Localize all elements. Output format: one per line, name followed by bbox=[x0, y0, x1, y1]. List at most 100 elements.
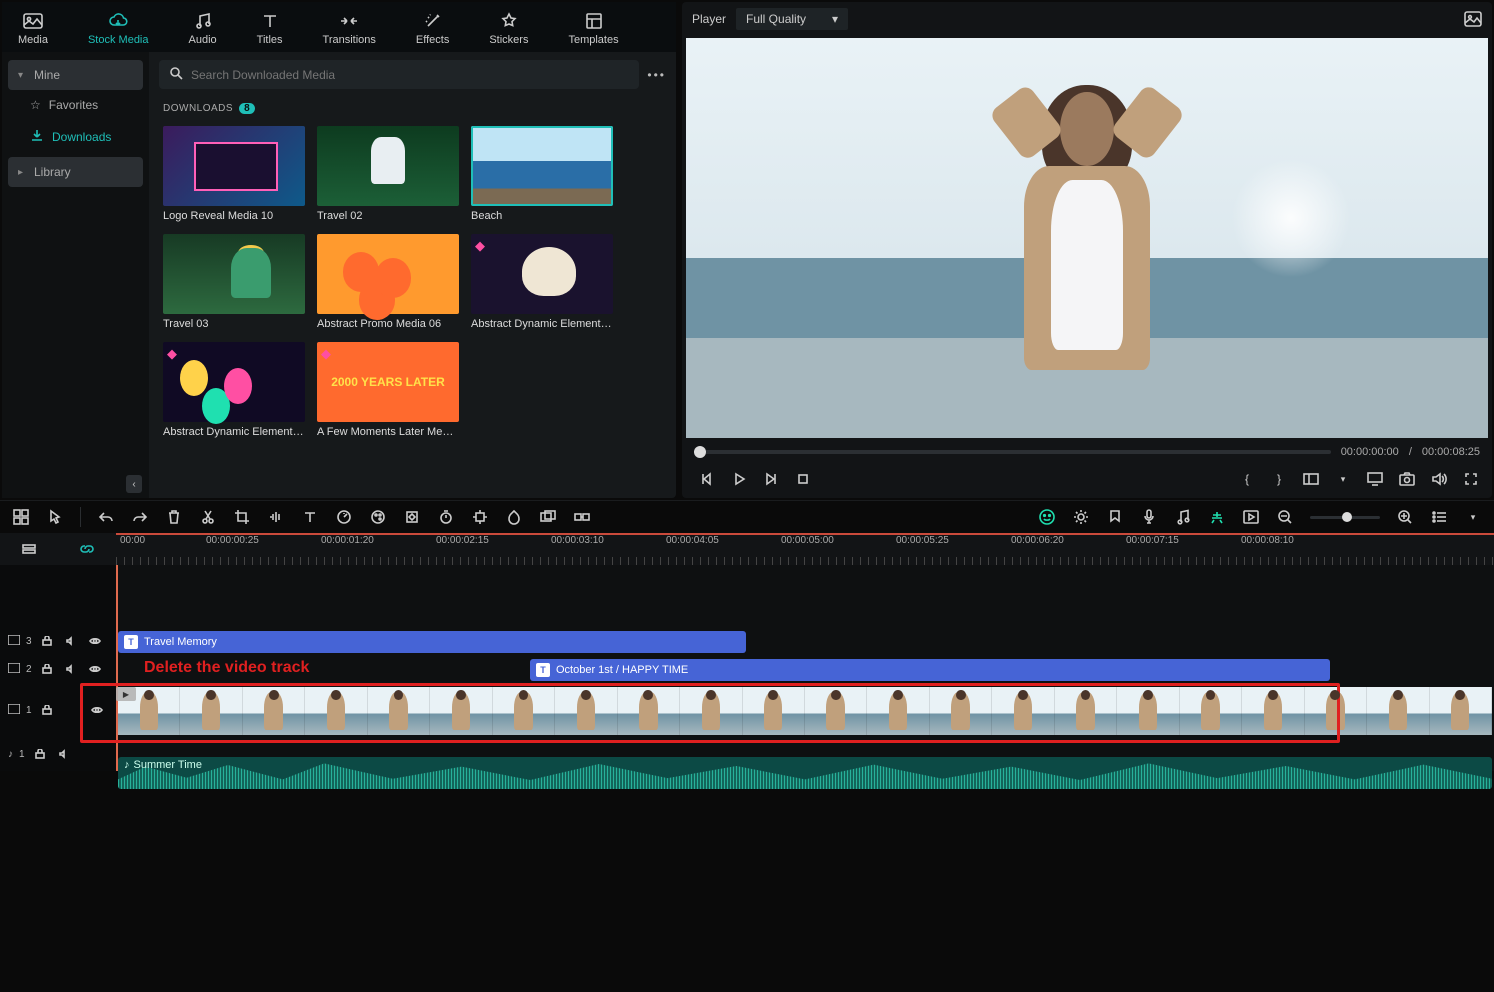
mark-out-button[interactable]: } bbox=[1270, 470, 1288, 488]
sidebar-item-favorites[interactable]: ☆Favorites bbox=[8, 90, 143, 120]
color-button[interactable] bbox=[369, 508, 387, 526]
view-dropdown[interactable]: ▾ bbox=[1464, 508, 1482, 526]
title-clip-1[interactable]: TTravel Memory bbox=[118, 631, 746, 653]
text-button[interactable] bbox=[301, 508, 319, 526]
display-button[interactable] bbox=[1366, 470, 1384, 488]
tab-audio[interactable]: Audio bbox=[183, 10, 223, 52]
keyframe-button[interactable] bbox=[403, 508, 421, 526]
track-mute-button[interactable] bbox=[55, 745, 73, 763]
track-visible-button[interactable] bbox=[86, 632, 104, 650]
media-card[interactable]: Travel 03 bbox=[163, 234, 305, 330]
snapshot-gallery-icon[interactable] bbox=[1464, 10, 1482, 28]
render-button[interactable] bbox=[1242, 508, 1260, 526]
track-visible-button[interactable] bbox=[86, 660, 104, 678]
audio-clip[interactable]: ♪Summer Time bbox=[118, 757, 1492, 789]
media-card[interactable]: ◆Abstract Dynamic Element 04 bbox=[471, 234, 613, 330]
timeline-ruler[interactable]: 00:00 00:00:00:25 00:00:01:20 00:00:02:1… bbox=[116, 533, 1494, 565]
aspect-ratio-button[interactable] bbox=[1302, 470, 1320, 488]
track-head-1[interactable]: 1 bbox=[0, 683, 116, 737]
position-button[interactable] bbox=[471, 508, 489, 526]
voiceover-button[interactable] bbox=[1140, 508, 1158, 526]
enhance-button[interactable] bbox=[1072, 508, 1090, 526]
player-seek-slider[interactable] bbox=[694, 450, 1331, 454]
tab-stickers[interactable]: Stickers bbox=[483, 10, 534, 52]
mark-in-button[interactable]: { bbox=[1238, 470, 1256, 488]
playhead[interactable] bbox=[116, 565, 118, 771]
track-mute-button[interactable] bbox=[62, 632, 80, 650]
play-button[interactable] bbox=[730, 470, 748, 488]
split-button[interactable] bbox=[199, 508, 217, 526]
track-lock-button[interactable] bbox=[38, 660, 56, 678]
media-card-title: Travel 02 bbox=[317, 206, 459, 222]
duration-button[interactable] bbox=[437, 508, 455, 526]
prev-frame-button[interactable] bbox=[698, 470, 716, 488]
ai-face-button[interactable] bbox=[1038, 508, 1056, 526]
zoom-in-button[interactable] bbox=[1396, 508, 1414, 526]
media-card[interactable]: Logo Reveal Media 10 bbox=[163, 126, 305, 222]
track-lock-button[interactable] bbox=[38, 632, 56, 650]
video-clip[interactable] bbox=[118, 687, 1492, 735]
snapshot-button[interactable] bbox=[1398, 470, 1416, 488]
timeline-mode-button[interactable] bbox=[20, 540, 38, 558]
group-button[interactable] bbox=[539, 508, 557, 526]
zoom-out-button[interactable] bbox=[1276, 508, 1294, 526]
quality-dropdown[interactable]: Full Quality▾ bbox=[736, 8, 848, 30]
timeline-tracks[interactable]: TTravel Memory Delete the video track TO… bbox=[116, 565, 1494, 771]
track-lock-button[interactable] bbox=[38, 701, 56, 719]
view-options-button[interactable] bbox=[1430, 508, 1448, 526]
layout-button[interactable] bbox=[12, 508, 30, 526]
fullscreen-button[interactable] bbox=[1462, 470, 1480, 488]
track-lock-button[interactable] bbox=[31, 745, 49, 763]
cursor-tool-button[interactable] bbox=[46, 508, 64, 526]
sidebar-item-downloads[interactable]: Downloads bbox=[8, 120, 143, 153]
transitions-icon bbox=[339, 12, 359, 30]
collapse-sidebar-button[interactable]: ‹ bbox=[126, 475, 142, 493]
search-input[interactable] bbox=[191, 68, 629, 82]
media-thumb: ◆ bbox=[317, 342, 459, 422]
clip-label: October 1st / HAPPY TIME bbox=[556, 664, 688, 676]
tab-media[interactable]: Media bbox=[12, 10, 54, 52]
tab-effects[interactable]: Effects bbox=[410, 10, 455, 52]
aspect-dropdown[interactable]: ▾ bbox=[1334, 470, 1352, 488]
media-card[interactable]: Beach bbox=[471, 126, 613, 222]
audio-edit-button[interactable] bbox=[267, 508, 285, 526]
media-card[interactable]: ◆A Few Moments Later Medi... bbox=[317, 342, 459, 438]
search-input-wrap[interactable] bbox=[159, 60, 639, 89]
marker-button[interactable] bbox=[1106, 508, 1124, 526]
tab-transitions[interactable]: Transitions bbox=[317, 10, 382, 52]
more-menu-button[interactable]: ••• bbox=[647, 68, 666, 82]
video-track-icon bbox=[8, 704, 20, 717]
compound-button[interactable] bbox=[573, 508, 591, 526]
redo-button[interactable] bbox=[131, 508, 149, 526]
link-button[interactable] bbox=[78, 540, 96, 558]
track-head-3[interactable]: 3 bbox=[0, 627, 116, 655]
track-head-audio-1[interactable]: ♪1 bbox=[0, 737, 116, 771]
sidebar-item-mine[interactable]: ▾Mine bbox=[8, 60, 143, 90]
media-card[interactable]: Travel 02 bbox=[317, 126, 459, 222]
tab-titles[interactable]: Titles bbox=[251, 10, 289, 52]
title-clip-2[interactable]: TOctober 1st / HAPPY TIME bbox=[530, 659, 1330, 681]
speed-button[interactable] bbox=[335, 508, 353, 526]
track-visible-button[interactable] bbox=[88, 701, 106, 719]
track-head-2[interactable]: 2 bbox=[0, 655, 116, 683]
undo-button[interactable] bbox=[97, 508, 115, 526]
tab-stock-media[interactable]: Stock Media bbox=[82, 10, 155, 52]
media-card[interactable]: ◆Abstract Dynamic Element 02 bbox=[163, 342, 305, 438]
sidebar-item-library[interactable]: ▸Library bbox=[8, 157, 143, 187]
delete-button[interactable] bbox=[165, 508, 183, 526]
play-forward-button[interactable] bbox=[762, 470, 780, 488]
tab-templates[interactable]: Templates bbox=[562, 10, 624, 52]
mask-button[interactable] bbox=[505, 508, 523, 526]
media-card[interactable]: Abstract Promo Media 06 bbox=[317, 234, 459, 330]
audio-mix-button[interactable] bbox=[1174, 508, 1192, 526]
clip-play-indicator: ▶ bbox=[116, 687, 136, 701]
track-mute-button[interactable] bbox=[62, 660, 80, 678]
player-label: Player bbox=[692, 12, 726, 26]
player-preview[interactable] bbox=[686, 38, 1488, 438]
downloads-label: DOWNLOADS bbox=[163, 103, 233, 114]
magnet-button[interactable] bbox=[1208, 508, 1226, 526]
stop-button[interactable] bbox=[794, 470, 812, 488]
zoom-slider[interactable] bbox=[1310, 516, 1380, 519]
crop-button[interactable] bbox=[233, 508, 251, 526]
volume-button[interactable] bbox=[1430, 470, 1448, 488]
